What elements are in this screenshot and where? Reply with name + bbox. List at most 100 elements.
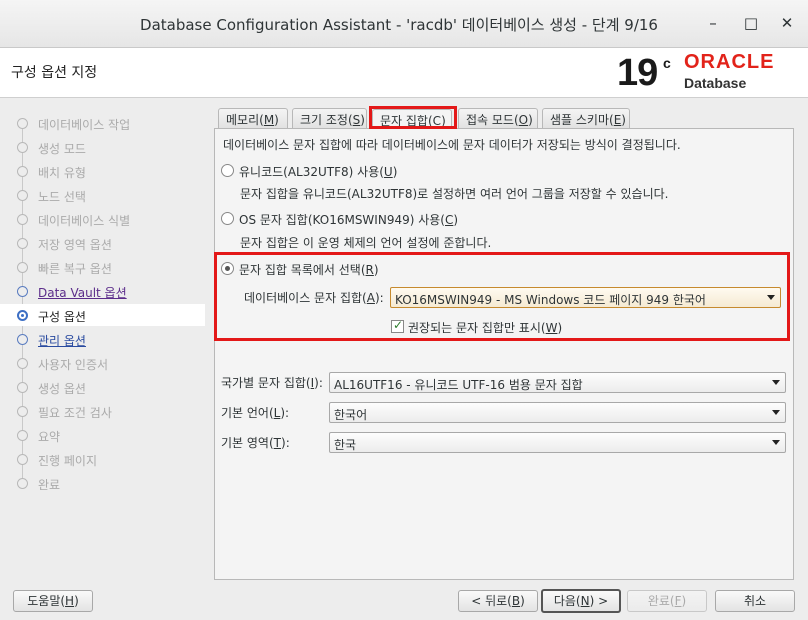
- step-label[interactable]: 관리 옵션: [38, 332, 86, 349]
- step-label: 구성 옵션: [38, 310, 86, 324]
- choose-list-radio-label[interactable]: 문자 집합 목록에서 선택(R): [239, 261, 379, 278]
- minimize-button[interactable]: –: [702, 12, 724, 34]
- default-territory-select[interactable]: 한국: [329, 432, 786, 453]
- step-dot-icon: [17, 118, 28, 129]
- choose-list-radio[interactable]: [221, 262, 234, 275]
- label-text: 데이터베이스 문자 집합(: [244, 291, 367, 305]
- step-dot-icon: [17, 166, 28, 177]
- step-label: 요약: [38, 430, 61, 444]
- recommended-only-checkbox[interactable]: [391, 318, 404, 333]
- step-label[interactable]: Data Vault 옵션: [38, 284, 127, 301]
- step-label: 필요 조건 검사: [38, 406, 112, 420]
- step-item: 사용자 인증서: [0, 352, 205, 374]
- step-item: 요약: [0, 424, 205, 446]
- chevron-down-icon: [772, 410, 780, 415]
- label-text: 국가별 문자 집합(: [221, 376, 311, 390]
- default-territory-value: 한국: [334, 438, 357, 452]
- label-text: OS 문자 집합(KO16MSWIN949) 사용(: [239, 213, 445, 227]
- tab-text: 메모리(: [226, 113, 264, 127]
- tab-highlight-box: [369, 106, 457, 129]
- step-label: 생성 옵션: [38, 382, 86, 396]
- step-item-management[interactable]: 관리 옵션: [0, 328, 205, 350]
- step-item: 생성 모드: [0, 136, 205, 158]
- national-charset-value: AL16UTF16 - 유니코드 UTF-16 범용 문자 집합: [334, 378, 583, 392]
- label-mnemonic: R: [365, 263, 374, 277]
- title-bar: Database Configuration Assistant - 'racd…: [0, 0, 808, 48]
- unicode-radio-label[interactable]: 유니코드(AL32UTF8) 사용(U): [239, 163, 397, 180]
- os-charset-radio-label[interactable]: OS 문자 집합(KO16MSWIN949) 사용(C): [239, 211, 458, 228]
- button-text: 완료(: [647, 594, 675, 608]
- label-text: ): [557, 321, 563, 335]
- help-button[interactable]: 도움말(H): [13, 590, 93, 612]
- logo-superscript: c: [663, 55, 671, 71]
- close-button[interactable]: ✕: [776, 12, 798, 34]
- cancel-button[interactable]: 취소: [715, 590, 795, 612]
- step-item-data-vault[interactable]: Data Vault 옵션: [0, 280, 205, 302]
- step-label: 생성 모드: [38, 142, 86, 156]
- current-step-icon: [17, 310, 28, 321]
- button-mnemonic: H: [65, 594, 75, 608]
- button-mnemonic: N: [580, 594, 590, 608]
- default-territory-label: 기본 영역(T):: [221, 434, 290, 451]
- step-dot-icon: [17, 430, 28, 441]
- button-text: ) >: [589, 594, 609, 608]
- step-label: 진행 페이지: [38, 454, 98, 468]
- button-text: ): [681, 594, 687, 608]
- chevron-down-icon: [772, 440, 780, 445]
- step-item: 빠른 복구 옵션: [0, 256, 205, 278]
- step-dot-icon: [17, 214, 28, 225]
- button-text: ): [520, 594, 525, 608]
- national-charset-select[interactable]: AL16UTF16 - 유니코드 UTF-16 범용 문자 집합: [329, 372, 786, 393]
- step-item: 완료: [0, 472, 205, 494]
- button-text: ): [74, 594, 79, 608]
- back-button[interactable]: < 뒤로(B): [458, 590, 538, 612]
- step-label: 완료: [38, 478, 61, 492]
- tab-memory[interactable]: 메모리(M): [218, 108, 288, 128]
- tab-text: 접속 모드(: [466, 113, 519, 127]
- step-label: 사용자 인증서: [38, 358, 109, 372]
- unicode-radio[interactable]: [221, 164, 234, 177]
- step-label: 저장 영역 옵션: [38, 238, 112, 252]
- default-language-select[interactable]: 한국어: [329, 402, 786, 423]
- unicode-description: 문자 집합을 유니코드(AL32UTF8)로 설정하면 여러 언어 그룹을 저장…: [240, 187, 669, 201]
- maximize-button[interactable]: □: [740, 12, 762, 34]
- step-dot-icon: [17, 286, 28, 297]
- tab-sizing[interactable]: 크기 조정(S): [292, 108, 367, 128]
- os-charset-radio[interactable]: [221, 212, 234, 225]
- os-charset-description: 문자 집합은 이 운영 체제의 언어 설정에 준합니다.: [240, 236, 492, 250]
- step-item-current: 구성 옵션: [0, 304, 205, 326]
- step-item: 필요 조건 검사: [0, 400, 205, 422]
- chevron-down-icon: [767, 295, 775, 300]
- step-dot-icon: [17, 478, 28, 489]
- next-button[interactable]: 다음(N) >: [541, 589, 621, 613]
- logo-version: 19: [617, 52, 658, 94]
- button-text: < 뒤로(: [471, 594, 512, 608]
- label-text: 권장되는 문자 집합만 표시(: [408, 321, 546, 335]
- charset-intro: 데이터베이스 문자 집합에 따라 데이터베이스에 문자 데이터가 저장되는 방식…: [223, 138, 681, 152]
- label-text: ):: [281, 436, 290, 450]
- tab-sample-schemas[interactable]: 샘플 스키마(E): [542, 108, 630, 128]
- step-item: 진행 페이지: [0, 448, 205, 470]
- tab-connection-mode[interactable]: 접속 모드(O): [458, 108, 538, 128]
- label-text: ): [373, 263, 379, 277]
- tab-text: 샘플 스키마(: [550, 113, 614, 127]
- label-text: ): [392, 165, 398, 179]
- tab-text: ): [528, 113, 533, 127]
- tab-text: ): [621, 113, 626, 127]
- label-mnemonic: W: [545, 321, 558, 335]
- page-title: 구성 옵션 지정: [11, 65, 98, 81]
- tab-mnemonic: M: [263, 113, 275, 127]
- recommended-only-label[interactable]: 권장되는 문자 집합만 표시(W): [408, 319, 562, 336]
- finish-button[interactable]: 완료(F): [627, 590, 707, 612]
- step-item: 배치 유형: [0, 160, 205, 182]
- db-charset-select[interactable]: KO16MSWIN949 - MS Windows 코드 페이지 949 한국어: [390, 287, 781, 308]
- tab-text: ): [360, 113, 365, 127]
- label-text: ):: [314, 376, 323, 390]
- label-text: 유니코드(AL32UTF8) 사용(: [239, 165, 384, 179]
- steps-sidebar: 데이터베이스 작업 생성 모드 배치 유형 노드 선택 데이터베이스 식별 저장…: [0, 99, 207, 580]
- default-language-label: 기본 언어(L):: [221, 404, 289, 421]
- label-text: 문자 집합 목록에서 선택(: [239, 263, 366, 277]
- step-dot-icon: [17, 262, 28, 273]
- step-label: 노드 선택: [38, 190, 86, 204]
- step-dot-icon: [17, 358, 28, 369]
